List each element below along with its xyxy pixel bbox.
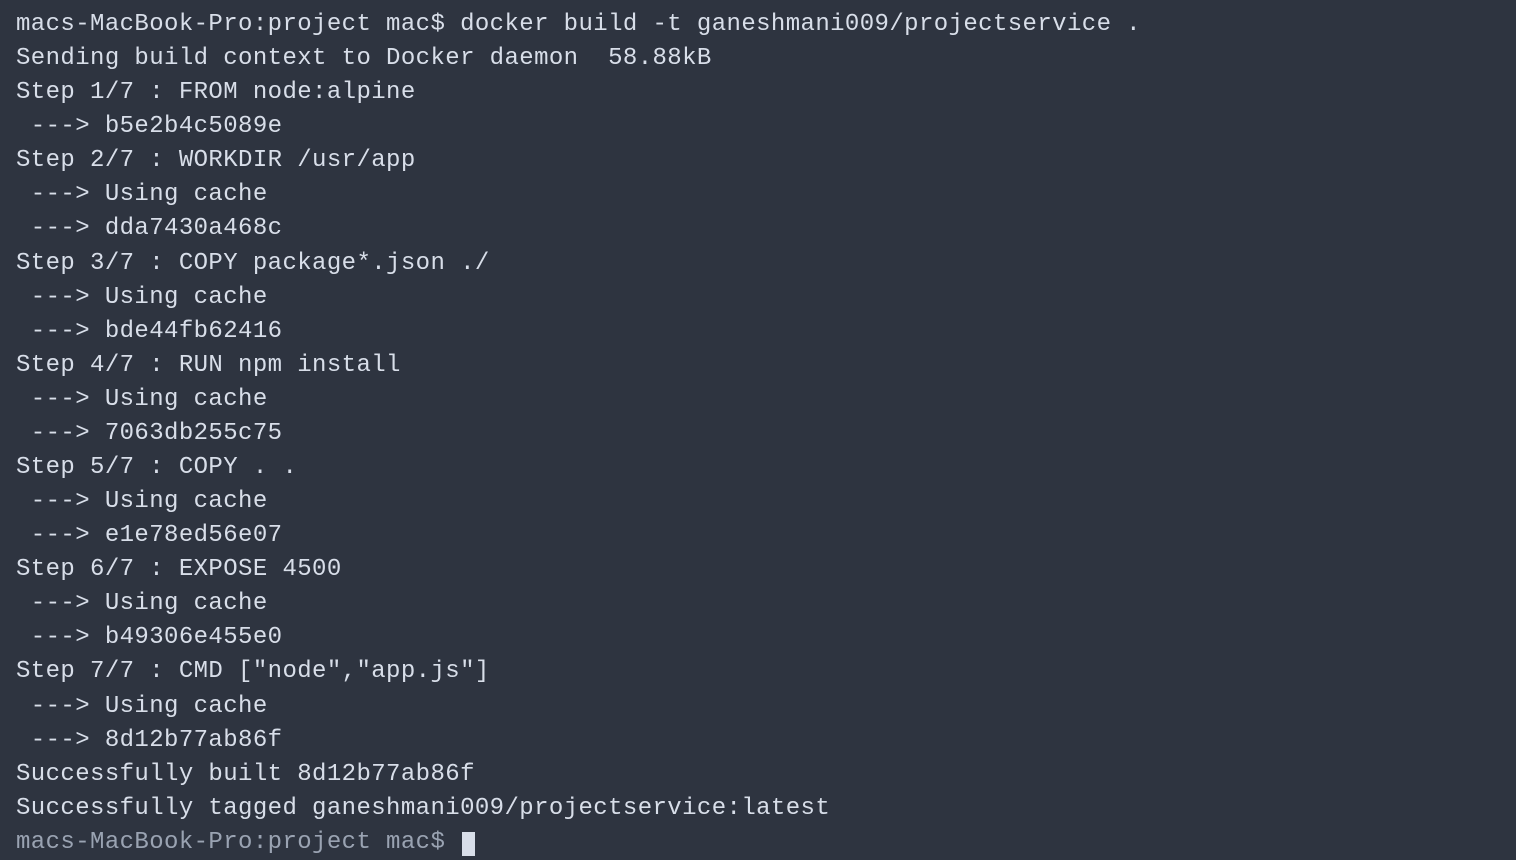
output-line: ---> dda7430a468c	[16, 212, 1500, 246]
cursor-icon	[462, 832, 475, 856]
output-line: Step 4/7 : RUN npm install	[16, 349, 1500, 383]
output-line: ---> Using cache	[16, 178, 1500, 212]
output-line: ---> Using cache	[16, 383, 1500, 417]
output-line: Successfully built 8d12b77ab86f	[16, 758, 1500, 792]
output-line: ---> Using cache	[16, 281, 1500, 315]
prompt-text: macs-MacBook-Pro:project mac$	[16, 829, 460, 856]
output-line: ---> e1e78ed56e07	[16, 519, 1500, 553]
output-line: Step 2/7 : WORKDIR /usr/app	[16, 144, 1500, 178]
output-line: Step 6/7 : EXPOSE 4500	[16, 553, 1500, 587]
output-line: ---> 7063db255c75	[16, 417, 1500, 451]
prompt-line: macs-MacBook-Pro:project mac$	[16, 826, 1500, 860]
output-line: ---> bde44fb62416	[16, 315, 1500, 349]
command-line: macs-MacBook-Pro:project mac$ docker bui…	[16, 8, 1500, 42]
output-line: ---> Using cache	[16, 485, 1500, 519]
output-line: Step 1/7 : FROM node:alpine	[16, 76, 1500, 110]
output-line: Step 3/7 : COPY package*.json ./	[16, 247, 1500, 281]
output-line: Step 7/7 : CMD ["node","app.js"]	[16, 655, 1500, 689]
output-line: ---> b5e2b4c5089e	[16, 110, 1500, 144]
output-line: Sending build context to Docker daemon 5…	[16, 42, 1500, 76]
output-line: ---> b49306e455e0	[16, 621, 1500, 655]
output-line: Successfully tagged ganeshmani009/projec…	[16, 792, 1500, 826]
output-line: ---> Using cache	[16, 690, 1500, 724]
terminal-output[interactable]: macs-MacBook-Pro:project mac$ docker bui…	[16, 8, 1500, 860]
output-line: ---> 8d12b77ab86f	[16, 724, 1500, 758]
output-line: Step 5/7 : COPY . .	[16, 451, 1500, 485]
output-line: ---> Using cache	[16, 587, 1500, 621]
